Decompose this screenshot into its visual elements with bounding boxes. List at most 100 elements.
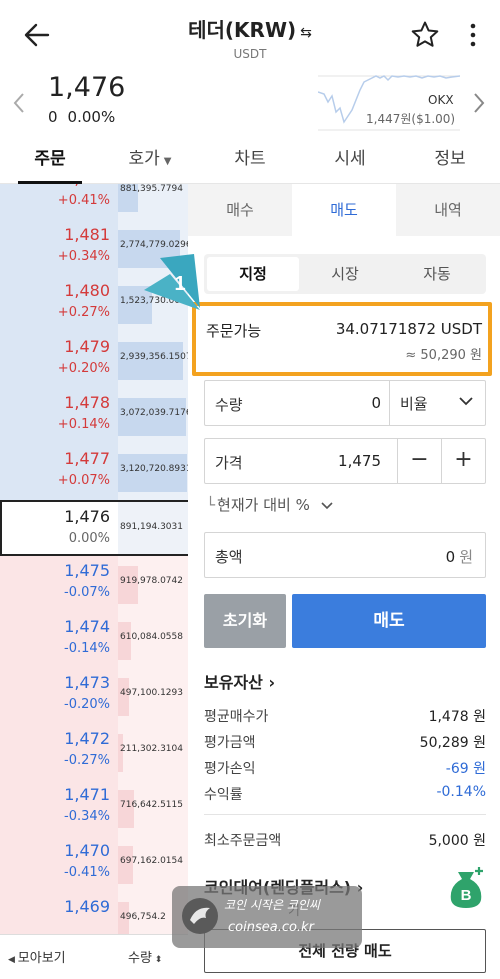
available-value: 34.07171872 USDT [335,320,482,338]
tab-chart-label: 차트 [234,149,266,169]
order-side-tabs: 매수 매도 내역 [188,184,500,236]
orderbook-price: 1,475 [64,561,110,580]
holding-valuation: 평가금액 50,289 원 [204,735,486,751]
tab-history[interactable]: 내역 [396,184,500,236]
price-decrement-button[interactable]: − [397,439,441,483]
orderbook-rate: +0.07% [57,473,110,488]
holding-return-rate: 수익률 -0.14% [204,784,486,803]
tab-sell[interactable]: 매도 [292,184,396,236]
total-unit: 원 [459,548,473,566]
orderbook-row[interactable]: 1,469 496,754.2 [0,892,188,934]
exchange-name: OKX [428,93,454,107]
corner-icon: └ [206,496,216,514]
sell-button[interactable]: 매도 [292,594,486,648]
tab-market-price[interactable]: 시세 [300,140,400,183]
orderbook-rate: +0.27% [57,305,110,320]
orderbook-qty: 610,084.0558 [120,632,183,642]
orderbook-row[interactable]: 1,470 -0.41% 697,162.0154 [0,836,188,892]
orderbook-price: 1,478 [64,393,110,412]
divider [204,814,486,815]
callout-number: 1 [174,273,185,295]
quantity-mode-select[interactable]: 수량 ⬍ [128,947,162,966]
watermark: 코인 시작은 코인씨 coinsea.co.kr [172,886,362,948]
price-change: 0 0.00% [48,108,125,126]
orderbook-qty: 881,395.7794 [120,184,183,194]
price-value[interactable]: 1,475 [338,452,381,470]
orderbook-qty: 697,162.0154 [120,856,183,866]
compare-current-price-dropdown[interactable]: └ 현재가 대비 % [206,494,333,515]
svg-text:B: B [461,887,472,904]
quantity-label: 수량 [215,396,243,414]
holdings-link[interactable]: 보유자산 › [204,669,275,693]
orderbook-current-row[interactable]: 1,476 0.00% 891,194.3031 [0,500,188,556]
total-value[interactable]: 0원 [446,546,473,567]
next-coin-chevron-icon[interactable] [472,92,486,114]
orderbook-rate: -0.20% [64,697,110,712]
orderbook-price: 1,474 [64,617,110,636]
total-amount-field[interactable]: 총액 0원 [204,532,486,578]
tab-buy[interactable]: 매수 [188,184,292,236]
orderbook-price: 1,477 [64,449,110,468]
available-label: 주문가능 [206,322,262,340]
quantity-value[interactable]: 0 [371,394,381,412]
price-increment-button[interactable]: + [441,439,485,483]
dolphin-logo-icon [182,898,218,934]
orderbook-row[interactable]: 1,471 -0.34% 716,642.5115 [0,780,188,836]
group-view-toggle[interactable]: ◀ 모아보기 [8,947,66,966]
price-field[interactable]: 가격 1,475 − + [204,438,486,484]
orderbook-rate: 0.00% [68,531,110,546]
reset-button[interactable]: 초기화 [204,594,286,648]
ratio-dropdown[interactable]: 비율 [389,381,485,425]
orderbook-row[interactable]: 1,477 +0.07% 3,120,720.8931 [0,444,188,500]
change-amount: 0 [48,108,58,126]
exchange-price: 1,447원($1.00) [366,112,456,126]
order-type-market[interactable]: 시장 [299,257,391,291]
orderbook-row[interactable]: 1,482 +0.41% 881,395.7794 [0,184,188,220]
orderbook-row[interactable]: 1,479 +0.20% 2,939,356.1507 [0,332,188,388]
more-vertical-icon[interactable] [466,20,480,50]
orderbook-row[interactable]: 1,472 -0.27% 211,302.3104 [0,724,188,780]
orderbook-rate: +0.41% [57,193,110,208]
caret-down-icon: ▼ [163,156,172,167]
quantity-field[interactable]: 수량 0 비율 [204,380,486,426]
orderbook-qty: 211,302.3104 [120,744,183,754]
tutorial-callout-badge: 1 [144,254,200,310]
orderbook-qty: 3,072,039.7176 [120,408,188,418]
compare-label: 현재가 대비 % [217,496,310,514]
orderbook-row[interactable]: 1,475 -0.07% 919,978.0742 [0,556,188,612]
orderbook-row[interactable]: 1,478 +0.14% 3,072,039.7176 [0,388,188,444]
orderbook-qty: 919,978.0742 [120,576,183,586]
tab-orderbook[interactable]: 호가 ▼ [100,140,200,183]
quantity-mode-label: 수량 [128,951,152,966]
holdings-title: 보유자산 [204,673,263,692]
order-type-auto[interactable]: 자동 [391,257,483,291]
money-bag-icon: B [450,867,483,908]
coin-name[interactable]: 테더(KRW) [188,18,296,42]
orderbook-row[interactable]: 1,473 -0.20% 497,100.1293 [0,668,188,724]
orderbook-price: 1,480 [64,281,110,300]
top-app-bar: 테더(KRW) ⇆ USDT [0,0,500,70]
orderbook-price: 1,479 [64,337,110,356]
group-view-label: 모아보기 [17,951,66,966]
star-icon[interactable] [410,20,440,50]
prev-coin-chevron-icon[interactable] [12,92,26,114]
chevron-right-icon: › [268,673,276,692]
order-type-segment: 지정 시장 자동 [204,254,486,294]
available-krw: ≈ 50,290 원 [405,348,482,363]
main-tabs: 주문 호가 ▼ 차트 시세 정보 [0,140,500,184]
orderbook-price: 1,476 [64,507,110,526]
orderbook-rate: -0.27% [64,753,110,768]
orderbook-row[interactable]: 1,474 -0.14% 610,084.0558 [0,612,188,668]
sort-caret-icon: ⬍ [151,955,163,965]
tab-chart[interactable]: 차트 [200,140,300,183]
orderbook-rate: +0.34% [57,249,110,264]
orderbook-rate: -0.07% [64,585,110,600]
order-type-limit[interactable]: 지정 [207,257,299,291]
swap-icon[interactable]: ⇆ [300,25,312,41]
tab-info-label: 정보 [434,149,466,169]
tab-info[interactable]: 정보 [400,140,500,183]
orderbook-price: 1,473 [64,673,110,692]
orderbook-qty: 2,774,779.0296 [120,240,188,250]
orderbook-rate: +0.20% [57,361,110,376]
tab-order[interactable]: 주문 [0,140,100,184]
